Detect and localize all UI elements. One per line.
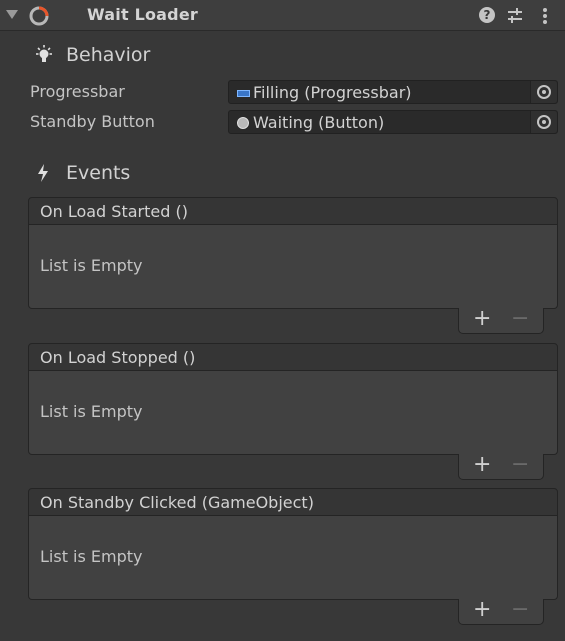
standby-button-label: Standby Button [30, 112, 155, 131]
lightning-icon [38, 164, 48, 182]
help-button[interactable]: ? [476, 6, 496, 26]
event-header: On Load Started () [28, 197, 558, 225]
add-item-button[interactable]: + [473, 306, 491, 331]
progressbar-type-icon [237, 90, 250, 97]
list-footer: + − [458, 597, 544, 625]
event-header: On Standby Clicked (GameObject) [28, 488, 558, 516]
remove-item-button[interactable]: − [511, 452, 529, 477]
add-item-button[interactable]: + [473, 452, 491, 477]
kebab-menu-icon[interactable] [535, 6, 555, 26]
add-item-button[interactable]: + [473, 597, 491, 622]
event-list: List is Empty [28, 516, 558, 600]
event-title: On Standby Clicked (GameObject) [40, 493, 314, 512]
component-title: Wait Loader [87, 5, 198, 24]
empty-list-text: List is Empty [40, 256, 143, 275]
events-heading: Events [66, 162, 131, 184]
object-picker-icon[interactable] [530, 81, 557, 103]
event-title: On Load Stopped () [40, 348, 196, 367]
list-footer: + − [458, 452, 544, 480]
standby-button-field[interactable]: Waiting (Button) [228, 110, 558, 134]
behavior-heading: Behavior [66, 44, 151, 66]
empty-list-text: List is Empty [40, 547, 143, 566]
loader-ring-icon [29, 6, 49, 26]
remove-item-button[interactable]: − [511, 597, 529, 622]
event-title: On Load Started () [40, 202, 188, 221]
empty-list-text: List is Empty [40, 402, 143, 421]
object-picker-icon[interactable] [530, 111, 557, 133]
chevron-down-icon[interactable] [6, 10, 18, 19]
sliders-icon[interactable] [505, 6, 525, 26]
event-list: List is Empty [28, 371, 558, 455]
component-header: Wait Loader ? [0, 0, 565, 31]
lightbulb-icon [36, 45, 52, 62]
remove-item-button[interactable]: − [511, 306, 529, 331]
progressbar-field[interactable]: Filling (Progressbar) [228, 80, 558, 104]
help-icon: ? [479, 7, 495, 23]
progressbar-label: Progressbar [30, 82, 125, 101]
list-footer: + − [458, 306, 544, 334]
progressbar-value: Filling (Progressbar) [253, 83, 412, 102]
event-list: List is Empty [28, 225, 558, 309]
button-type-icon [237, 117, 249, 129]
standby-button-value: Waiting (Button) [253, 113, 385, 132]
event-header: On Load Stopped () [28, 343, 558, 371]
